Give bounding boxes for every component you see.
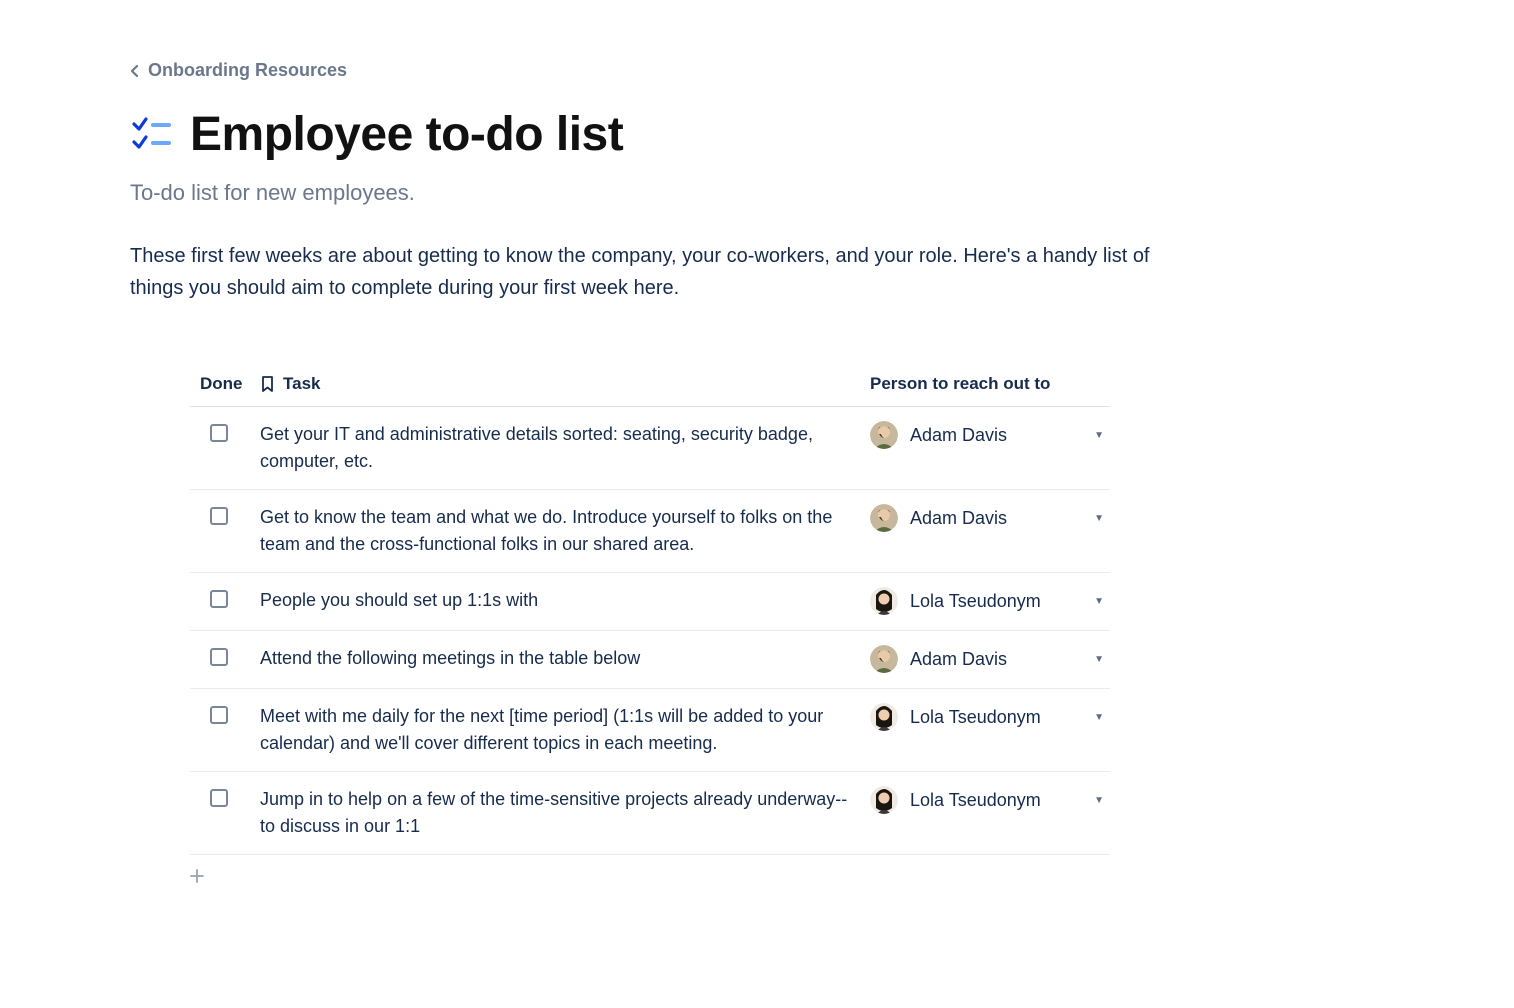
task-text[interactable]: Jump in to help on a few of the time-sen…	[260, 786, 870, 840]
person-select[interactable]: Adam Davis ▼	[870, 645, 1110, 673]
col-header-person[interactable]: Person to reach out to	[870, 374, 1110, 394]
breadcrumb-back[interactable]: Onboarding Resources	[130, 60, 347, 81]
chevron-down-icon: ▼	[1094, 511, 1104, 526]
chevron-down-icon: ▼	[1094, 710, 1104, 725]
table-header-row: Done Task Person to reach out to	[190, 374, 1110, 407]
task-text[interactable]: Get your IT and administrative details s…	[260, 421, 870, 475]
done-checkbox[interactable]	[210, 789, 228, 807]
person-name: Lola Tseudonym	[910, 704, 1082, 731]
done-checkbox[interactable]	[210, 648, 228, 666]
task-table: Done Task Person to reach out to Get you…	[190, 374, 1110, 883]
page-subtitle: To-do list for new employees.	[130, 180, 1384, 206]
done-checkbox[interactable]	[210, 507, 228, 525]
task-text[interactable]: Attend the following meetings in the tab…	[260, 645, 660, 672]
checklist-icon	[130, 113, 174, 157]
avatar	[870, 421, 898, 449]
chevron-down-icon: ▼	[1094, 652, 1104, 667]
page-intro: These first few weeks are about getting …	[130, 240, 1170, 304]
person-name: Adam Davis	[910, 646, 1082, 673]
task-text[interactable]: Meet with me daily for the next [time pe…	[260, 703, 870, 757]
avatar	[870, 645, 898, 673]
add-row-button[interactable]	[190, 855, 1110, 883]
person-name: Lola Tseudonym	[910, 588, 1082, 615]
table-row: Get to know the team and what we do. Int…	[190, 490, 1110, 573]
avatar	[870, 587, 898, 615]
breadcrumb-label: Onboarding Resources	[148, 60, 347, 81]
table-row: Meet with me daily for the next [time pe…	[190, 689, 1110, 772]
person-select[interactable]: Adam Davis ▼	[870, 421, 1110, 449]
chevron-down-icon: ▼	[1094, 594, 1104, 609]
table-row: People you should set up 1:1s with Lola T…	[190, 573, 1110, 631]
bookmark-icon	[260, 375, 275, 393]
avatar	[870, 786, 898, 814]
page-title: Employee to-do list	[190, 107, 623, 162]
done-checkbox[interactable]	[210, 590, 228, 608]
chevron-down-icon: ▼	[1094, 793, 1104, 808]
done-checkbox[interactable]	[210, 706, 228, 724]
chevron-left-icon	[130, 64, 140, 78]
col-header-task[interactable]: Task	[260, 374, 870, 394]
col-header-task-label: Task	[283, 374, 321, 394]
person-select[interactable]: Lola Tseudonym ▼	[870, 703, 1110, 731]
task-text[interactable]: Get to know the team and what we do. Int…	[260, 504, 870, 558]
person-select[interactable]: Lola Tseudonym ▼	[870, 587, 1110, 615]
person-select[interactable]: Lola Tseudonym ▼	[870, 786, 1110, 814]
table-row: Get your IT and administrative details s…	[190, 407, 1110, 490]
task-text[interactable]: People you should set up 1:1s with	[260, 587, 558, 614]
done-checkbox[interactable]	[210, 424, 228, 442]
person-select[interactable]: Adam Davis ▼	[870, 504, 1110, 532]
avatar	[870, 703, 898, 731]
avatar	[870, 504, 898, 532]
person-name: Adam Davis	[910, 505, 1082, 532]
chevron-down-icon: ▼	[1094, 428, 1104, 443]
person-name: Adam Davis	[910, 422, 1082, 449]
col-header-done[interactable]: Done	[190, 374, 260, 394]
person-name: Lola Tseudonym	[910, 787, 1082, 814]
table-row: Attend the following meetings in the tab…	[190, 631, 1110, 689]
table-row: Jump in to help on a few of the time-sen…	[190, 772, 1110, 855]
